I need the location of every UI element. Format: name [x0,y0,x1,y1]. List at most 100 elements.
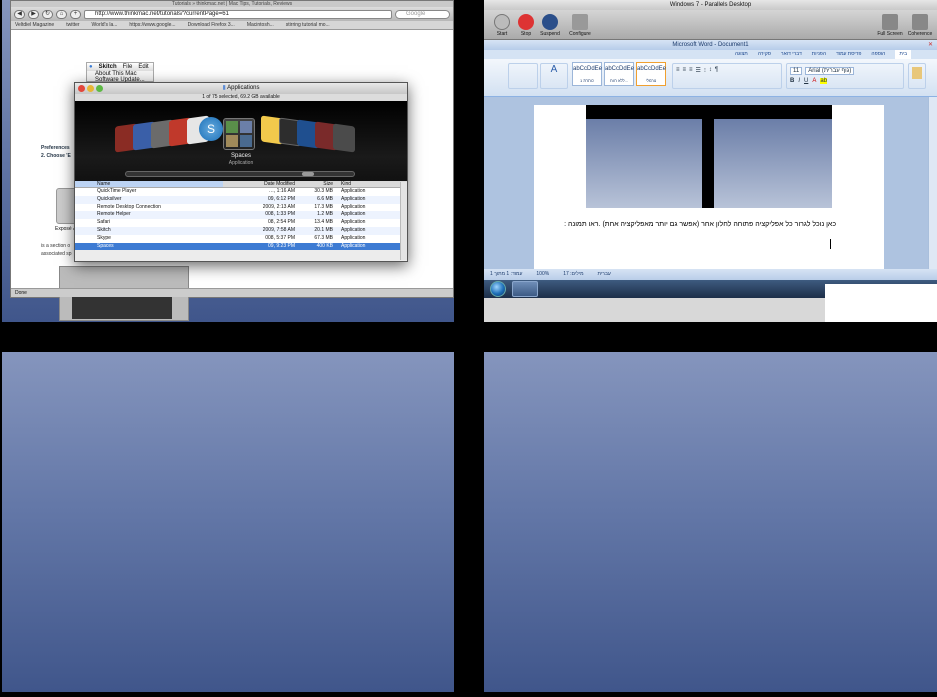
clipboard-group [908,63,926,89]
bookmark-item[interactable]: Macintosh... [247,21,274,29]
bookmark-item[interactable]: twitter [66,21,79,29]
space-1[interactable]: Tutorials » thinkmac.net | Mac Tips, Tut… [2,0,454,322]
paste-icon[interactable] [912,67,922,79]
reload-icon[interactable]: ↻ [42,9,53,19]
section-text-2: associated sp [41,251,72,257]
moon-icon [542,14,558,30]
bookmark-item[interactable]: stirring tutorial mo... [286,21,330,29]
font-size-box[interactable]: 11 [790,67,803,75]
style-no-spacing[interactable]: abCcDdEe ללא רווח... [604,62,634,86]
column-size[interactable]: Size [299,181,337,187]
column-kind[interactable]: Kind [337,181,387,187]
list-item[interactable]: Skitch 2009, 7:58 AM 20.1 MB Application [75,226,407,235]
tab-insert[interactable]: הוספה [871,50,885,59]
list-item[interactable]: QuickTime Player…, 1:16 AM 30.3 MB Applica… [75,188,407,196]
sort-icon[interactable]: ↕ [709,67,712,74]
language[interactable]: עברית [598,269,611,280]
coherence-button[interactable]: Coherence [906,14,934,37]
space-4[interactable] [484,352,937,692]
zoom-level[interactable]: 100% [536,269,549,280]
skitch-menu[interactable]: ● Skitch File Edit About This Mac Softwa… [86,62,154,83]
tab-view[interactable]: תצוגה [735,50,748,59]
search-field[interactable]: Google [395,9,450,19]
finder-info: 1 of 75 selected, 69.2 GB available [75,94,407,101]
configure-button[interactable]: Configure [566,14,594,37]
page-count: עמוד: 1 מתוך 1 [490,271,523,277]
bookmark-item[interactable]: https://www.google... [129,21,175,29]
suspend-button[interactable]: Suspend [536,14,564,37]
home-icon[interactable]: ⌂ [56,9,67,19]
cover-flow[interactable]: S Spaces Application [75,101,407,181]
bold-icon[interactable]: B [790,78,794,84]
menu-edit[interactable]: Edit [138,63,148,71]
add-bookmark-icon[interactable]: + [70,9,81,19]
font-color-icon[interactable]: A [812,78,816,84]
list-scrollbar[interactable] [400,182,407,260]
align-right-icon[interactable]: ≡ [676,67,680,74]
stop-icon [518,14,534,30]
list-item-selected[interactable]: Spaces 09, 9:23 PM 400 KB Application [75,242,407,251]
list-item[interactable]: Skype 008, 5:37 PM 67.3 MB Application [75,234,407,243]
word-title: Microsoft Word - Document1 [672,42,749,48]
cover-flow-scrollbar[interactable] [125,171,355,177]
style-normal[interactable]: abCcDdEe נורמלי [636,62,666,86]
minimize-icon[interactable] [87,85,94,92]
cover-app-kind: Application [228,160,254,166]
bookmark-item[interactable]: Veltdiel Magazine [15,21,54,29]
forward-icon[interactable]: ▶ [28,9,39,19]
tab-page-layout[interactable]: פריסת עמוד [836,50,861,59]
zoom-icon[interactable] [96,85,103,92]
article-preferences: Preferences 2. Choose 'E [41,144,71,160]
document-page[interactable]: כאן נוכל לגרור כל אפליקציה פתוחה לחלון א… [534,105,884,271]
word-window[interactable]: Microsoft Word - Document1 ✕ בית הוספה פ… [484,40,937,280]
bookmark-item[interactable]: Download Firefox 3... [188,21,235,29]
menu-file[interactable]: File [123,63,133,71]
column-date[interactable]: Date Modified [223,181,299,187]
taskbar-word-button[interactable] [512,281,538,297]
spaces-app-icon[interactable] [223,118,255,150]
numbering-icon[interactable]: ⁝ [704,67,706,74]
align-left-icon[interactable]: ≡ [689,67,693,74]
close-icon[interactable]: ✕ [928,40,933,50]
style-heading1[interactable]: abCcDdEe כותרת 1 [572,62,602,86]
space-2[interactable]: Windows 7 - Parallels Desktop Start Stop… [484,0,937,322]
list-item[interactable]: Remote Helper 008, 1:33 PM 1.2 MB Applicati… [75,211,407,220]
list-item[interactable]: Quicksilver 09, 6:12 PM 6.6 MB Application [75,195,407,204]
back-icon[interactable]: ◀ [14,9,25,19]
menu-skitch[interactable]: Skitch [99,63,117,71]
file-list: QuickTime Player…, 1:16 AM 30.3 MB Applica… [75,188,407,251]
tab-home[interactable]: בית [895,50,911,59]
editing-group [508,63,538,89]
list-item[interactable]: Safari 08, 2:54 PM 13.4 MB Application [75,219,407,227]
finder-window[interactable]: ▮ Applications 1 of 75 selected, 69.2 GB… [74,82,408,262]
safari-toolbar: ◀ ▶ ↻ ⌂ + http://www.thinkmac.net/tutori… [11,7,453,21]
full-screen-button[interactable]: Full Screen [876,14,904,37]
font-name-box[interactable]: Arial (גוף עברית) [805,67,855,75]
italic-icon[interactable]: I [798,78,800,84]
bookmark-item[interactable]: World's la... [92,21,118,29]
bullets-icon[interactable]: ☰ [696,67,701,74]
tab-mailings[interactable]: דברי דואר [781,50,802,59]
column-name[interactable]: Name [75,181,223,187]
skype-icon: S [199,117,223,141]
change-styles-button[interactable]: A [540,63,568,89]
align-center-icon[interactable]: ≡ [683,67,687,74]
vertical-scrollbar[interactable] [928,97,937,269]
space-3[interactable] [2,352,454,692]
tab-review[interactable]: סקירה [758,50,771,59]
apple-icon[interactable]: ● [89,63,93,71]
tab-references[interactable]: הפניות [812,50,826,59]
highlight-icon[interactable]: ab [820,78,828,84]
finder-titlebar: ▮ Applications [75,83,407,94]
cover-flow-scroll-knob[interactable] [302,172,314,176]
parallels-title-text: Windows 7 - Parallels Desktop [669,2,752,8]
show-marks-icon[interactable]: ¶ [715,67,718,74]
word-titlebar: Microsoft Word - Document1 ✕ [484,40,937,50]
close-icon[interactable] [78,85,85,92]
address-field[interactable]: http://www.thinkmac.net/tutorials/?curre… [84,9,392,19]
list-item[interactable]: Remote Desktop Connection 2009, 2:13 AM 17… [75,203,407,212]
finder-title: Applications [227,85,260,91]
underline-icon[interactable]: U [804,78,808,84]
windows-start-icon[interactable] [490,281,506,297]
cover-app-name: Spaces [230,153,251,159]
